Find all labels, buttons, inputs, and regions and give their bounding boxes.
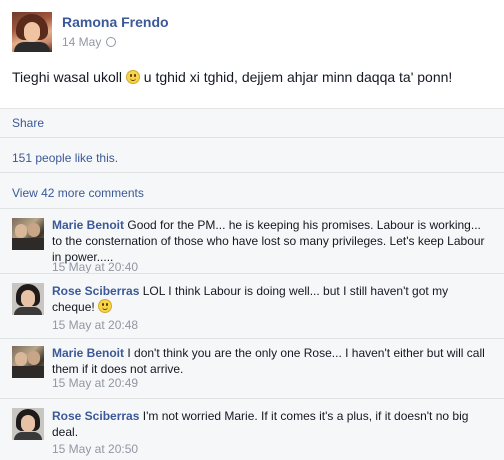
commenter-avatar[interactable] (12, 408, 44, 440)
comment: Marie Benoit I don't think you are the o… (0, 338, 504, 398)
comment: Rose Sciberras I'm not worried Marie. If… (0, 398, 504, 460)
comment-author[interactable]: Rose Sciberras (52, 284, 139, 298)
post-text-part-1: Tieghi wasal ukoll (12, 69, 126, 85)
likes-row: 151 people like this. (0, 137, 504, 172)
commenter-avatar[interactable] (12, 283, 44, 315)
comment: Rose Sciberras LOL I think Labour is doi… (0, 273, 504, 338)
comment-body: Marie Benoit Good for the PM... he is ke… (52, 217, 492, 265)
post-date[interactable]: 14 May (62, 35, 101, 49)
likes-count-link[interactable]: 151 people like this. (12, 151, 118, 165)
comment-author[interactable]: Marie Benoit (52, 218, 124, 232)
comment-body: Rose Sciberras I'm not worried Marie. If… (52, 408, 492, 440)
comment-timestamp[interactable]: 15 May at 20:48 (52, 318, 138, 332)
post-text-part-2: u tghid xi tghid, dejjem ahjar minn daqq… (139, 69, 453, 85)
commenter-avatar[interactable] (12, 346, 44, 378)
comment: Marie Benoit Good for the PM... he is ke… (0, 208, 504, 274)
smiley-emoji-icon (98, 299, 113, 313)
feedback-section: Share 151 people like this. View 42 more… (0, 108, 504, 460)
comment-timestamp[interactable]: 15 May at 20:49 (52, 376, 138, 390)
comment-timestamp[interactable]: 15 May at 20:40 (52, 260, 138, 274)
globe-icon[interactable] (106, 37, 117, 47)
share-link[interactable]: Share (12, 116, 44, 130)
view-more-row: View 42 more comments (0, 172, 504, 208)
smiley-emoji-icon (125, 70, 140, 84)
comment-timestamp[interactable]: 15 May at 20:50 (52, 442, 138, 456)
facebook-post: Ramona Frendo 14 May Tieghi wasal ukoll … (0, 0, 504, 460)
post-meta: 14 May (62, 35, 117, 49)
comment-author[interactable]: Rose Sciberras (52, 409, 139, 423)
comment-body: Rose Sciberras LOL I think Labour is doi… (52, 283, 492, 315)
author-avatar[interactable] (12, 12, 52, 52)
view-more-comments-link[interactable]: View 42 more comments (12, 186, 144, 200)
commenter-avatar[interactable] (12, 218, 44, 250)
comment-body: Marie Benoit I don't think you are the o… (52, 345, 492, 377)
author-name[interactable]: Ramona Frendo (62, 14, 169, 30)
comment-author[interactable]: Marie Benoit (52, 346, 124, 360)
post-text: Tieghi wasal ukoll u tghid xi tghid, dej… (12, 68, 492, 87)
